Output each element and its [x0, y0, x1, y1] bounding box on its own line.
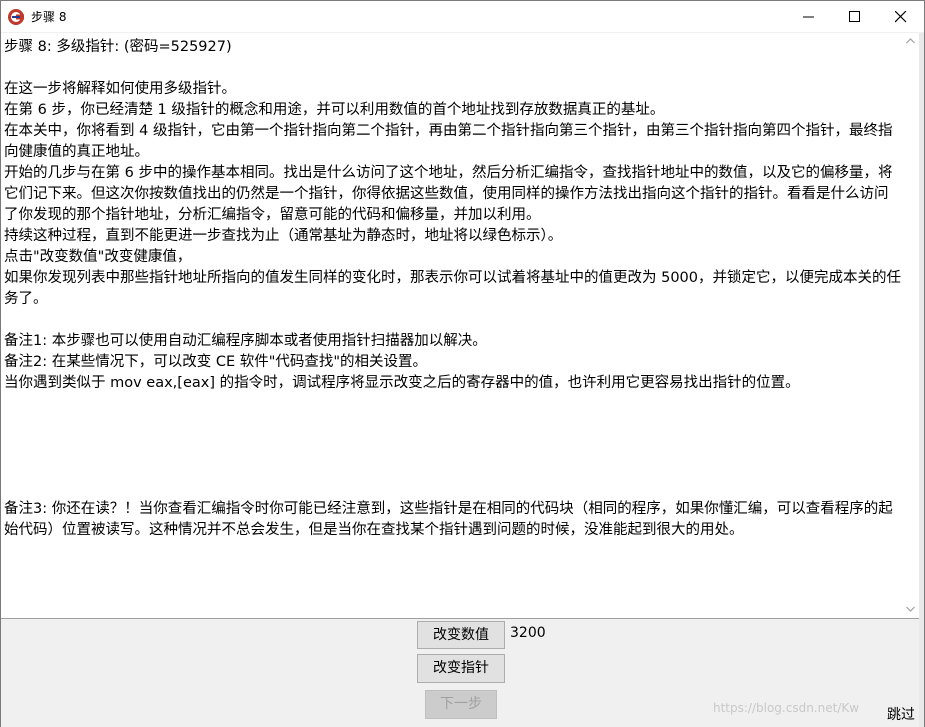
- minimize-icon: [803, 16, 814, 18]
- cheat-engine-logo-icon: [7, 8, 25, 26]
- close-icon: [895, 11, 907, 23]
- maximize-icon: [849, 11, 860, 22]
- scroll-down-button[interactable]: [902, 601, 919, 618]
- change-pointer-button[interactable]: 改变指针: [417, 654, 505, 683]
- maximize-button[interactable]: [832, 1, 878, 32]
- title-bar[interactable]: 步骤 8: [1, 1, 924, 32]
- tutorial-text: 步骤 8: 多级指针: (密码=525927) 在这一步将解释如何使用多级指针。…: [4, 39, 902, 538]
- minimize-button[interactable]: [786, 1, 832, 32]
- current-value-label: 3200: [510, 625, 546, 641]
- tutorial-text-box[interactable]: 步骤 8: 多级指针: (密码=525927) 在这一步将解释如何使用多级指针。…: [1, 33, 919, 619]
- chevron-up-icon: [906, 38, 915, 44]
- window-right-edge: [919, 33, 924, 727]
- vertical-scrollbar[interactable]: [902, 33, 919, 618]
- window-title: 步骤 8: [31, 10, 67, 24]
- close-button[interactable]: [878, 1, 924, 32]
- next-step-button[interactable]: 下一步: [425, 690, 497, 719]
- watermark-text: https://blog.csdn.net/Kw: [713, 701, 860, 715]
- scroll-up-button[interactable]: [902, 33, 919, 50]
- tutorial-window: 步骤 8 步骤 8: 多级指针: (密码=525927) 在这一步将解释如何使用…: [0, 0, 925, 727]
- skip-link[interactable]: 跳过: [887, 704, 915, 724]
- change-value-button[interactable]: 改变数值: [417, 621, 505, 649]
- chevron-down-icon: [906, 606, 915, 612]
